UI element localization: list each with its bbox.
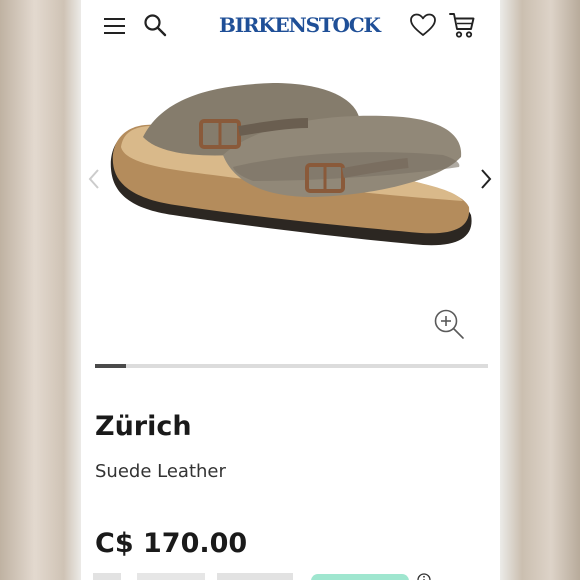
gallery-progress-fill <box>95 364 127 368</box>
product-gallery[interactable] <box>81 53 500 353</box>
site-header: BIRKENSTOCK <box>81 0 500 53</box>
product-page: BIRKENSTOCK Zürich Suede Leather C$ 170.… <box>81 0 500 580</box>
prev-arrow-icon[interactable] <box>87 167 101 191</box>
product-price: C$ 170.00 <box>95 528 248 559</box>
cart-icon[interactable] <box>449 12 475 39</box>
product-image[interactable] <box>103 77 475 257</box>
heart-icon[interactable] <box>410 13 436 37</box>
product-material: Suede Leather <box>95 461 226 482</box>
info-icon[interactable] <box>417 573 431 580</box>
menu-icon[interactable] <box>103 14 127 38</box>
gallery-progress-bar[interactable] <box>95 364 488 368</box>
payment-badge[interactable] <box>311 574 409 580</box>
payment-info-text <box>93 573 293 580</box>
product-name: Zürich <box>95 411 192 442</box>
search-icon[interactable] <box>143 13 167 37</box>
brand-logo[interactable]: BIRKENSTOCK <box>219 10 381 40</box>
next-arrow-icon[interactable] <box>479 167 493 191</box>
zoom-in-icon[interactable] <box>433 308 465 340</box>
